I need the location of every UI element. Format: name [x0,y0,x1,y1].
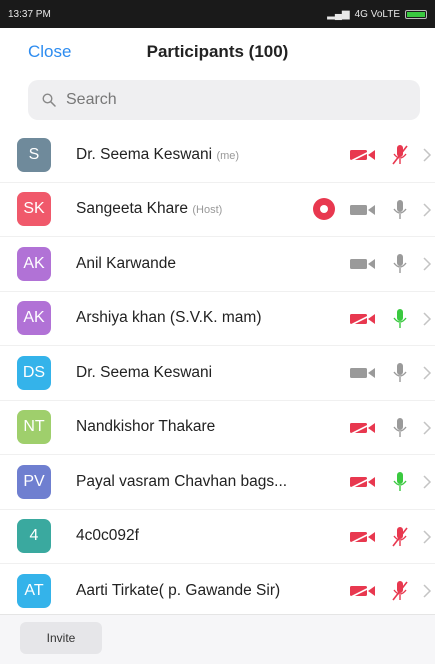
participant-name-text: Aarti Tirkate( p. Gawande Sir) [76,581,281,599]
avatar: 4 [17,519,51,554]
mic-icon[interactable] [390,198,410,222]
participant-name: 4c0c092f [76,527,139,545]
participant-row[interactable]: AT Aarti Tirkate( p. Gawande Sir) [0,564,435,619]
participant-name: Aarti Tirkate( p. Gawande Sir) [76,582,280,600]
chevron-right-icon[interactable] [422,529,432,545]
chevron-right-icon[interactable] [422,365,432,381]
participant-name-text: 4c0c092f [76,527,139,545]
mic-icon[interactable] [390,470,410,494]
participant-name-text: Anil Karwande [76,254,176,272]
participant-row[interactable]: PV Payal vasram Chavhan bags... [0,455,435,510]
chevron-right-icon[interactable] [422,202,432,218]
participant-name-text: Nandkishor Thakare [76,418,216,436]
participant-name: Nandkishor Thakare [76,418,215,436]
footer-bar: Invite [0,614,435,664]
avatar: AT [17,573,51,608]
close-button[interactable]: Close [28,42,71,62]
video-off-icon[interactable] [348,529,378,545]
network-label: 4G VoLTE [354,8,400,20]
search-bar[interactable] [28,80,420,120]
video-icon[interactable] [348,256,378,272]
mic-icon[interactable] [390,307,410,331]
chevron-right-icon[interactable] [422,147,432,163]
status-time: 13:37 PM [8,8,51,20]
chevron-right-icon[interactable] [422,311,432,327]
participant-name: Dr. Seema Keswani [76,364,212,382]
participant-list: S Dr. Seema Keswani (me) SK Sangeeta Khare … [0,128,435,619]
participant-row[interactable]: NT Nandkishor Thakare [0,401,435,455]
header: Close Participants (100) [0,28,435,76]
battery-icon [405,9,427,19]
participant-name-text: Payal vasram Chavhan bags... [76,472,288,490]
video-icon[interactable] [348,365,378,381]
chevron-right-icon[interactable] [422,474,432,490]
recording-icon [313,198,335,221]
mic-muted-icon[interactable] [390,525,410,549]
video-off-icon[interactable] [348,420,378,436]
avatar: S [17,137,51,172]
page-title: Participants (100) [146,42,289,61]
participant-name: Payal vasram Chavhan bags... [76,473,287,491]
video-off-icon[interactable] [348,474,378,490]
avatar: NT [17,410,51,445]
chevron-right-icon[interactable] [422,420,432,436]
invite-button[interactable]: Invite [20,622,102,654]
status-bar: 13:37 PM ▂▄▆ 4G VoLTE [0,0,435,28]
avatar: SK [17,192,51,227]
signal-icon: ▂▄▆ [327,8,350,20]
participant-name: Sangeeta Khare (Host) [76,200,222,218]
chevron-right-icon[interactable] [422,583,432,599]
participant-name-text: Sangeeta Khare [76,200,189,218]
mic-muted-icon[interactable] [390,579,410,603]
mic-muted-icon[interactable] [390,143,410,167]
participant-name-text: Dr. Seema Keswani [76,363,213,381]
status-icons: ▂▄▆ 4G VoLTE [327,9,427,20]
video-off-icon[interactable] [348,311,378,327]
participant-role: (me) [216,149,240,162]
search-icon [42,93,56,107]
chevron-right-icon[interactable] [422,256,432,272]
participant-name-text: Arshiya khan (S.V.K. mam) [76,309,262,327]
participant-name: Arshiya khan (S.V.K. mam) [76,309,262,327]
avatar: DS [17,355,51,390]
mic-icon[interactable] [390,416,410,440]
participant-row[interactable]: AK Arshiya khan (S.V.K. mam) [0,292,435,346]
participant-row[interactable]: DS Dr. Seema Keswani [0,346,435,401]
participant-row[interactable]: 4 4c0c092f [0,510,435,564]
search-input[interactable] [66,91,366,109]
participant-role: (Host) [192,204,223,217]
avatar: AK [17,246,51,281]
avatar: AK [17,301,51,336]
participant-row[interactable]: AK Anil Karwande [0,237,435,292]
video-icon[interactable] [348,202,378,218]
mic-icon[interactable] [390,252,410,276]
participant-row[interactable]: S Dr. Seema Keswani (me) [0,128,435,183]
participant-name: Dr. Seema Keswani (me) [76,146,239,164]
participant-name-text: Dr. Seema Keswani [76,145,213,163]
avatar: PV [17,464,51,499]
mic-icon[interactable] [390,361,410,385]
video-off-icon[interactable] [348,583,378,599]
participant-row[interactable]: SK Sangeeta Khare (Host) [0,183,435,237]
participant-name: Anil Karwande [76,255,176,273]
video-off-icon[interactable] [348,147,378,163]
